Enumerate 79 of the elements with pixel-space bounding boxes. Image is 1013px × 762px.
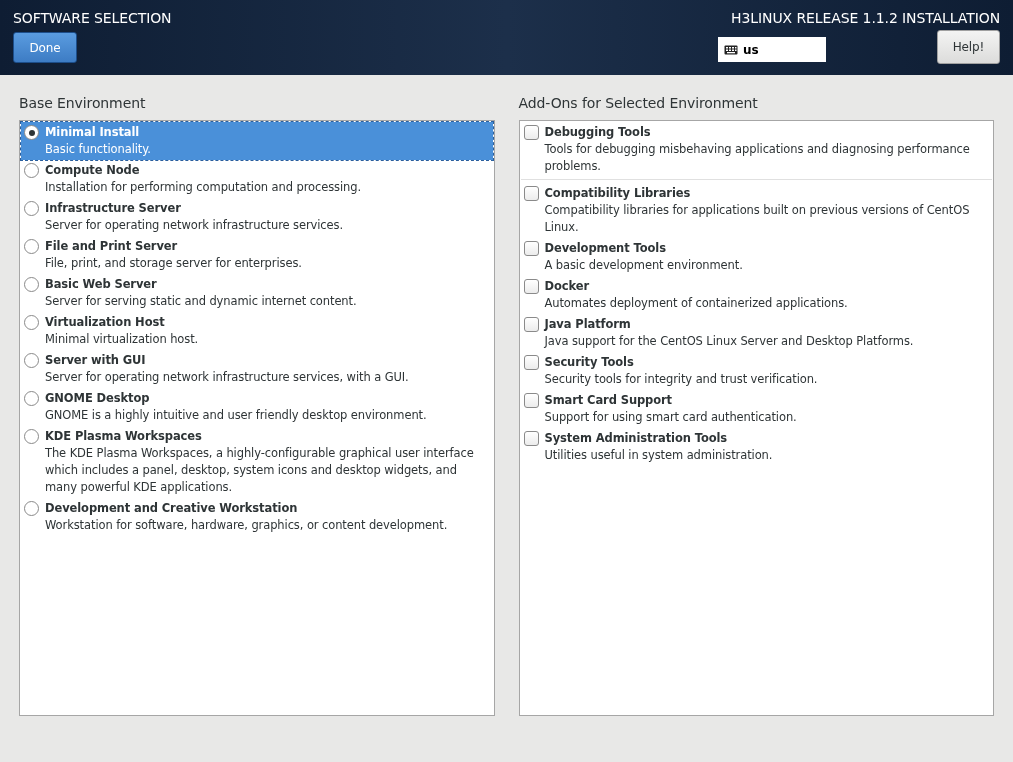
radio-button[interactable] <box>24 391 39 406</box>
radio-button[interactable] <box>24 501 39 516</box>
done-button[interactable]: Done <box>13 32 77 63</box>
addon-option[interactable]: Smart Card Support Support for using smart card authentication. <box>520 390 992 428</box>
option-description: Minimal virtualization host. <box>45 331 199 348</box>
option-description: Support for using smart card authentication. <box>544 409 797 426</box>
environment-option[interactable]: Basic Web Server Server for serving static and dynamic internet content. <box>21 274 493 312</box>
option-description: Workstation for software, hardware, graphics, or content development. <box>45 517 448 534</box>
addon-option[interactable]: Development Tools A basic development environment. <box>520 238 992 276</box>
radio-button[interactable] <box>24 163 39 178</box>
option-description: The KDE Plasma Workspaces, a highly-configurable graphical user interface which includes a panel, desktop, system icons and desktop widgets, and many powerful KDE applications. <box>45 445 475 496</box>
option-name: Server with GUI <box>45 352 147 369</box>
option-description: A basic development environment. <box>544 257 743 274</box>
checkbox[interactable] <box>523 317 539 332</box>
environment-option[interactable]: File and Print Server File, print, and storage server for enterprises. <box>21 236 493 274</box>
checkbox[interactable] <box>523 125 539 140</box>
environment-option[interactable]: Infrastructure Server Server for operating network infrastructure services. <box>21 198 493 236</box>
option-description: Security tools for integrity and trust verification. <box>544 371 818 388</box>
option-description: Java support for the CentOS Linux Server and Desktop Platforms. <box>544 333 914 350</box>
option-name: Minimal Install <box>45 124 141 141</box>
option-description: Server for serving static and dynamic internet content. <box>45 293 357 310</box>
option-name: Compute Node <box>45 162 141 179</box>
option-description: File, print, and storage server for enterprises. <box>45 255 302 272</box>
radio-button[interactable] <box>24 277 39 292</box>
option-name: Java Platform <box>544 316 632 333</box>
environment-option[interactable]: Compute Node Installation for performing computation and processing. <box>21 160 493 198</box>
radio-button[interactable] <box>24 315 39 330</box>
option-description: Server for operating network infrastructure services. <box>45 217 344 234</box>
addon-option[interactable]: System Administration Tools Utilities useful in system administration. <box>520 428 992 466</box>
keyboard-icon <box>724 44 738 55</box>
option-name: Development and Creative Workstation <box>45 500 299 517</box>
option-description: Automates deployment of containerized applications. <box>544 295 848 312</box>
addon-option[interactable]: Debugging Tools Tools for debugging misbehaving applications and diagnosing performance problems. <box>520 122 992 180</box>
option-name: Infrastructure Server <box>45 200 182 217</box>
radio-button[interactable] <box>24 201 39 216</box>
environment-option[interactable]: Server with GUI Server for operating network infrastructure services, with a GUI. <box>21 350 493 388</box>
option-name: Virtualization Host <box>45 314 166 331</box>
option-name: System Administration Tools <box>544 430 729 447</box>
option-name: Docker <box>544 278 590 295</box>
addon-option[interactable]: Java Platform Java support for the CentOS Linux Server and Desktop Platforms. <box>520 314 992 352</box>
radio-button[interactable] <box>24 239 39 254</box>
addon-option[interactable]: Security Tools Security tools for integrity and trust verification. <box>520 352 992 390</box>
option-description: GNOME is a highly intuitive and user friendly desktop environment. <box>45 407 427 424</box>
addon-option[interactable]: Docker Automates deployment of containerized applications. <box>520 276 992 314</box>
radio-button[interactable] <box>24 125 39 140</box>
option-name: GNOME Desktop <box>45 390 151 407</box>
radio-button[interactable] <box>24 429 39 444</box>
option-name: Smart Card Support <box>544 392 673 409</box>
option-name: Development Tools <box>544 240 667 257</box>
environment-option[interactable]: KDE Plasma Workspaces The KDE Plasma Workspaces, a highly-configurable graphical user interface which includes a panel, desktop, system icons and desktop widgets, and many powerful KDE applications. <box>21 426 493 498</box>
option-description: Server for operating network infrastructure services, with a GUI. <box>45 369 409 386</box>
section-heading: Base Environment <box>19 95 147 111</box>
section-heading: Add-Ons for Selected Environment <box>518 95 759 111</box>
checkbox[interactable] <box>523 279 539 294</box>
option-description: Compatibility libraries for applications built on previous versions of CentOS Linux. <box>544 202 971 236</box>
option-description: Basic functionality. <box>45 141 151 158</box>
checkbox[interactable] <box>523 355 539 370</box>
environment-option[interactable]: Development and Creative Workstation Workstation for software, hardware, graphics, or content development. <box>21 498 493 536</box>
checkbox[interactable] <box>523 186 539 201</box>
option-name: File and Print Server <box>45 238 179 255</box>
option-name: Security Tools <box>544 354 635 371</box>
environment-option[interactable]: Virtualization Host Minimal virtualization host. <box>21 312 493 350</box>
option-name: Basic Web Server <box>45 276 158 293</box>
addon-option[interactable]: Compatibility Libraries Compatibility libraries for applications built on previous versions of CentOS Linux. <box>520 183 992 238</box>
checkbox[interactable] <box>523 431 539 446</box>
product-title: H3LINUX RELEASE 1.1.2 INSTALLATION <box>731 9 1000 27</box>
option-name: Compatibility Libraries <box>544 185 692 202</box>
page-title: SOFTWARE SELECTION <box>13 9 172 27</box>
option-name: KDE Plasma Workspaces <box>45 428 203 445</box>
environment-option[interactable]: GNOME Desktop GNOME is a highly intuitive and user friendly desktop environment. <box>21 388 493 426</box>
keyboard-layout-field[interactable]: us <box>718 37 826 62</box>
option-name: Debugging Tools <box>544 124 652 141</box>
checkbox[interactable] <box>523 241 539 256</box>
checkbox[interactable] <box>523 393 539 408</box>
help-button[interactable]: Help! <box>937 30 1000 64</box>
option-description: Installation for performing computation and processing. <box>45 179 361 196</box>
option-description: Utilities useful in system administration. <box>544 447 773 464</box>
radio-button[interactable] <box>24 353 39 368</box>
option-description: Tools for debugging misbehaving applications and diagnosing performance problems. <box>544 141 971 175</box>
